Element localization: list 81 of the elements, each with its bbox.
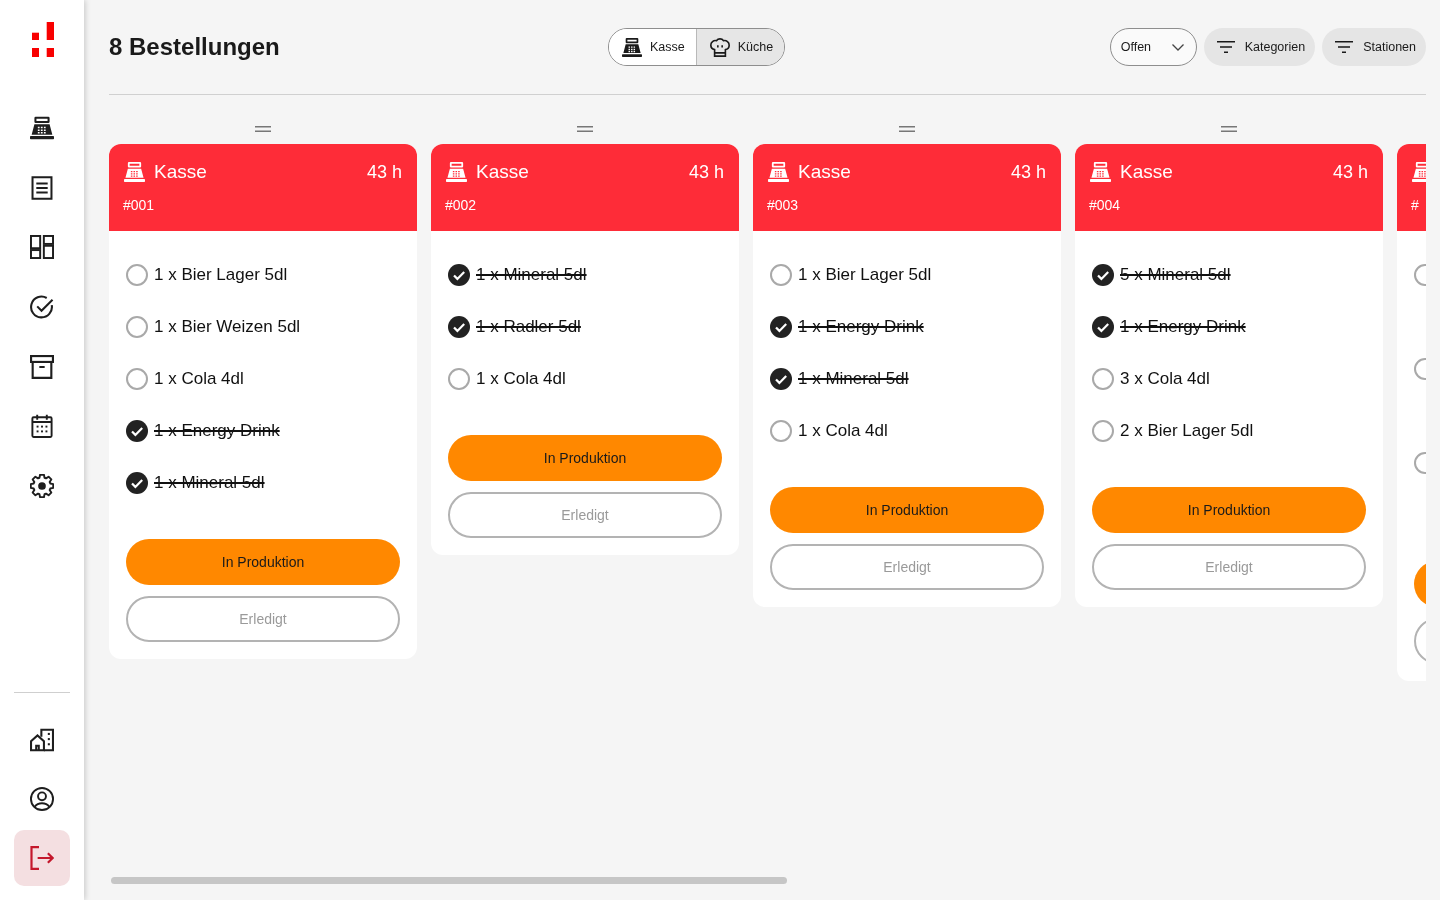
cash-register-icon <box>446 162 467 182</box>
item-checkbox[interactable] <box>126 472 148 494</box>
item-checkbox[interactable] <box>126 420 148 442</box>
item-label: 1 x Bier Weizen 5dl <box>154 317 301 337</box>
drag-handle-icon[interactable] <box>899 126 915 132</box>
order-number: #001 <box>123 197 155 214</box>
order-number: #004 <box>1089 197 1121 214</box>
item-checkbox[interactable] <box>448 264 470 286</box>
item-checkbox[interactable] <box>1092 316 1114 338</box>
filter-icon <box>1216 41 1235 53</box>
cash-register-icon <box>622 37 642 57</box>
production-button[interactable]: In Produktion <box>770 487 1044 533</box>
station-name: Kasse <box>154 161 207 183</box>
item-label: 5 x Mineral 5dl <box>1120 265 1231 285</box>
drag-handle-icon[interactable] <box>255 126 271 132</box>
item-label: 1 x Bier Lager 5dl <box>798 265 932 285</box>
cash-register-icon <box>1090 162 1111 182</box>
page-title: 8 Bestellungen <box>109 32 280 62</box>
item-label: 1 x Bier Lager 5dl <box>154 265 288 285</box>
user-circle-icon <box>30 787 54 811</box>
item-label: 1 x Radler 5dl <box>476 317 581 337</box>
item-checkbox[interactable] <box>770 316 792 338</box>
item-checkbox[interactable] <box>448 316 470 338</box>
order-age: 43 h <box>1010 161 1046 183</box>
cash-register-icon <box>124 162 145 182</box>
item-label: 1 x Mineral 5dl <box>476 265 587 285</box>
order-age: 43 h <box>1332 161 1368 183</box>
order-number: # <box>1411 197 1419 214</box>
cash-register-icon <box>30 116 54 140</box>
item-label: 1 x Energy Drink <box>798 317 924 337</box>
dashboard-icon <box>30 235 54 260</box>
chef-hat-icon <box>709 37 730 57</box>
item-label: 3 x Cola 4dl <box>1120 369 1210 389</box>
drag-handle-icon[interactable] <box>1221 126 1237 132</box>
item-label: 1 x Cola 4dl <box>798 421 888 441</box>
item-label: 2 x Bier Lager 5dl <box>1120 421 1254 441</box>
calendar-icon <box>30 414 54 439</box>
production-button[interactable]: In Produktion <box>1092 487 1366 533</box>
item-checkbox[interactable] <box>126 368 148 390</box>
building-icon <box>30 728 54 752</box>
station-name: Kasse <box>476 161 529 183</box>
view-tab[interactable]: Küche <box>695 29 785 65</box>
filter-button[interactable]: Stationen <box>1322 28 1426 66</box>
logo-icon <box>32 22 54 57</box>
production-button[interactable]: In Produktion <box>126 539 400 585</box>
view-tab[interactable]: Kasse <box>609 29 696 65</box>
archive-box-icon <box>30 354 54 379</box>
receipt-icon <box>30 175 54 200</box>
logout-icon <box>30 846 54 870</box>
item-checkbox[interactable] <box>1092 420 1114 442</box>
item-checkbox[interactable] <box>126 264 148 286</box>
filter-icon <box>1335 41 1354 53</box>
station-name: Kasse <box>1120 161 1173 183</box>
item-label: 1 x Mineral 5dl <box>154 473 265 493</box>
status-dropdown[interactable]: Offen <box>1109 28 1197 66</box>
item-label: 1 x Cola 4dl <box>476 369 566 389</box>
item-checkbox[interactable] <box>770 420 792 442</box>
cash-register-icon <box>768 162 789 182</box>
drag-handle-icon[interactable] <box>577 126 593 132</box>
chevron-down-icon <box>1171 43 1184 51</box>
item-checkbox[interactable] <box>448 368 470 390</box>
item-checkbox[interactable] <box>1092 368 1114 390</box>
item-checkbox[interactable] <box>126 316 148 338</box>
logout-button[interactable] <box>14 830 70 886</box>
check-circle-icon <box>30 295 54 320</box>
filter-button[interactable]: Kategorien <box>1203 28 1316 66</box>
item-checkbox[interactable] <box>1092 264 1114 286</box>
item-label: 1 x Energy Drink <box>154 421 280 441</box>
item-checkbox[interactable] <box>770 264 792 286</box>
order-number: #002 <box>445 197 477 214</box>
horizontal-scrollbar[interactable] <box>111 877 787 884</box>
item-label: 1 x Mineral 5dl <box>798 369 909 389</box>
item-label: 1 x Cola 4dl <box>154 369 244 389</box>
order-number: #003 <box>767 197 799 214</box>
settings-icon <box>30 474 54 499</box>
item-checkbox[interactable] <box>770 368 792 390</box>
production-button[interactable]: In Produktion <box>448 435 722 481</box>
item-label: 1 x Energy Drink <box>1120 317 1246 337</box>
order-age: 43 h <box>688 161 724 183</box>
order-age: 43 h <box>366 161 402 183</box>
station-name: Kasse <box>798 161 851 183</box>
